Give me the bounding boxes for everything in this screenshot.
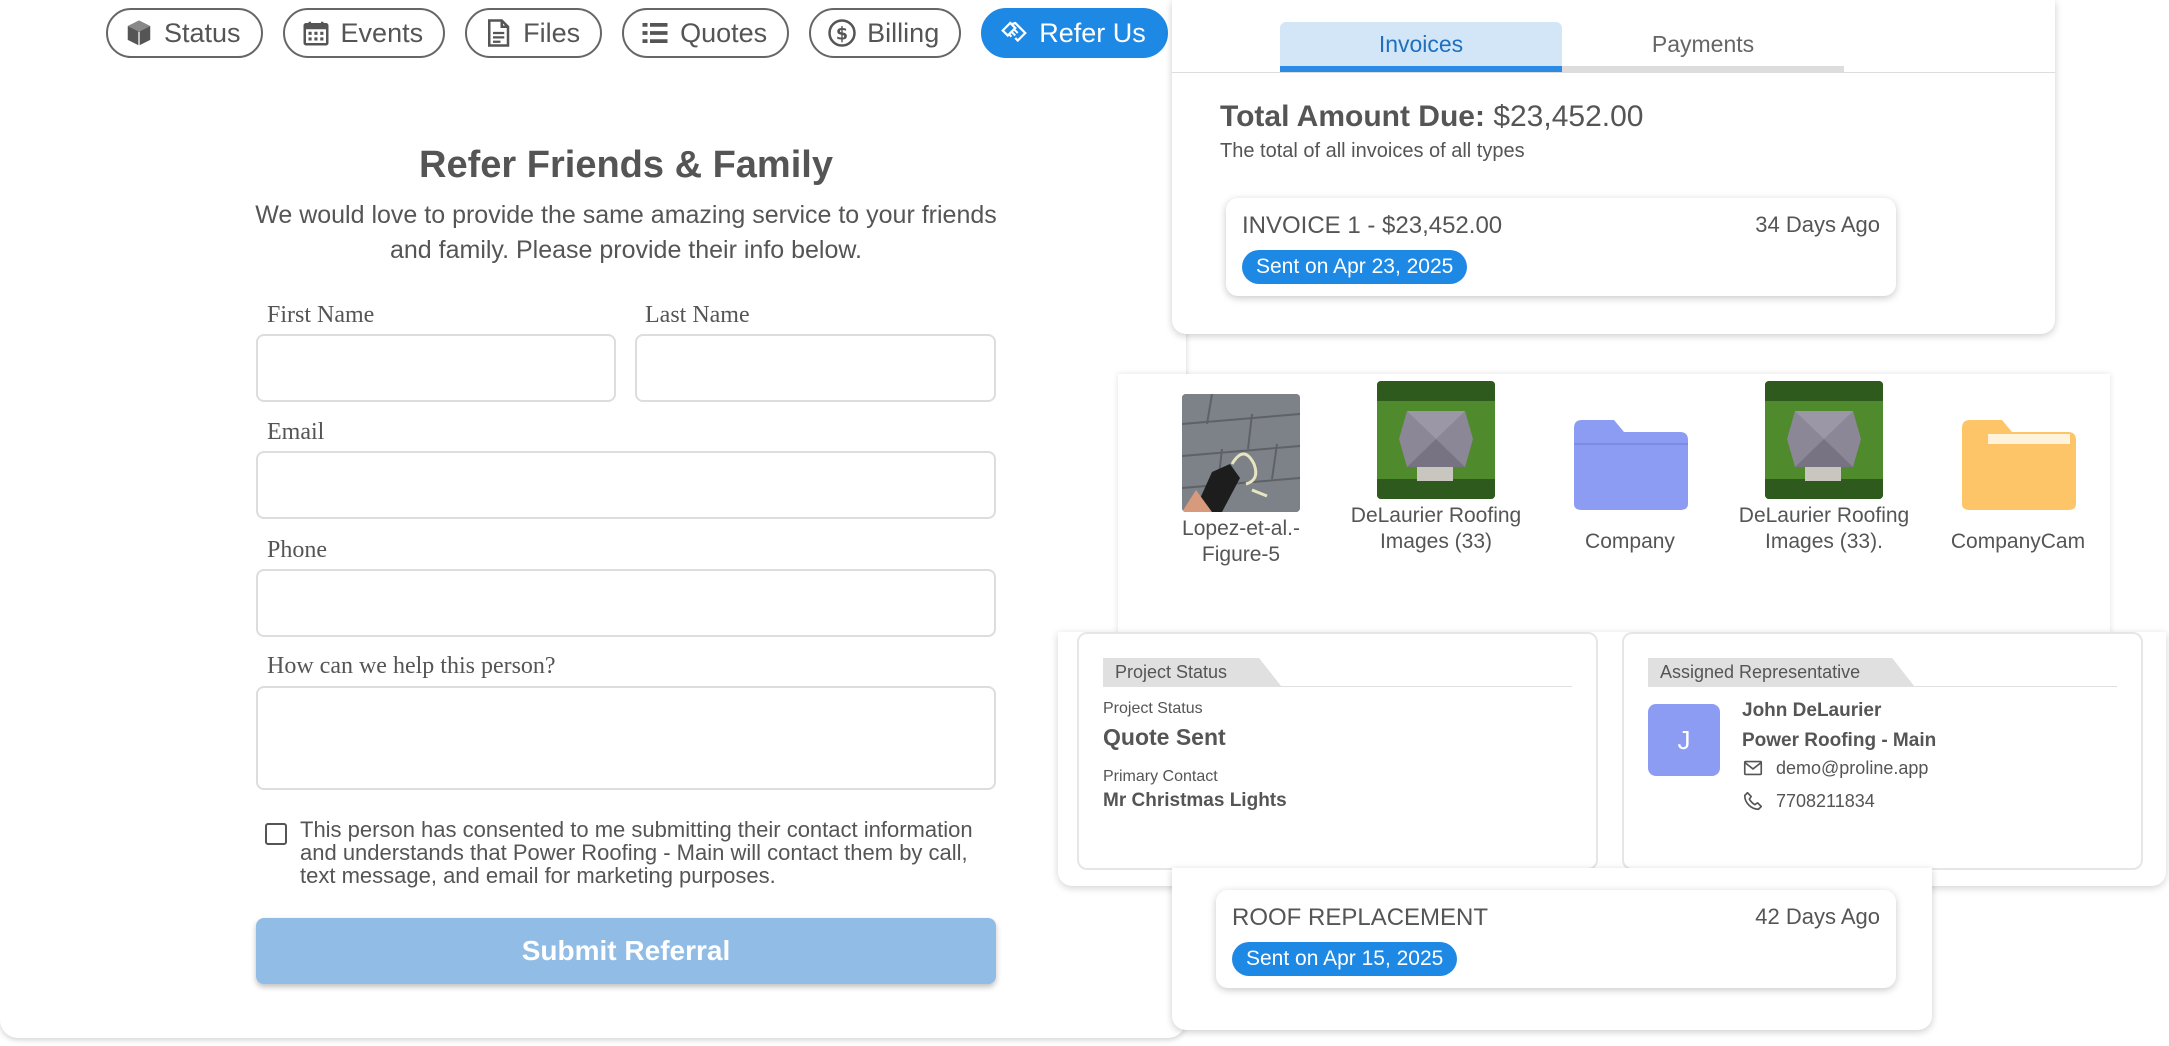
calendar-icon [303,21,329,46]
tab-events-label: Events [340,17,424,48]
primary-contact-value: Mr Christmas Lights [1103,790,1287,811]
rep-phone-row[interactable]: 7708211834 [1742,790,1875,812]
rep-phone: 7708211834 [1776,790,1875,811]
aerial-photo-thumbnail [1377,381,1495,499]
phone-input[interactable] [256,569,996,637]
invoice-item[interactable]: INVOICE 1 - $23,452.00 34 Days Ago Sent … [1226,198,1896,296]
invoice-name: INVOICE 1 - $23,452.00 [1242,212,1503,239]
project-status-header: Project Status [1103,658,1281,686]
file-icon [488,19,510,47]
dollar-icon: $ [828,19,856,47]
tab-refer-us-label: Refer Us [1039,17,1146,48]
tab-invoices[interactable]: Invoices [1280,22,1562,72]
referral-panel: Status Events Files Quotes $ Billing Ref… [0,0,1186,1038]
tab-billing-label: Billing [867,17,940,48]
tab-quotes-label: Quotes [680,17,768,48]
header-rule [1648,686,2117,687]
folder-icon [1574,420,1688,510]
rep-company: Power Roofing - Main [1742,730,1937,751]
tabs-divider [1172,72,2055,73]
tab-status-label: Status [164,17,241,48]
quotes-card: ROOF REPLACEMENT 42 Days Ago Sent on Apr… [1172,868,1932,1030]
file-name: Company [1585,530,1675,553]
shingles-photo-thumbnail [1182,394,1300,512]
help-textarea[interactable] [256,686,996,790]
project-status-value: Quote Sent [1103,724,1226,750]
portal-nav: Status Events Files Quotes $ Billing Ref… [106,8,1168,58]
quote-sent-badge: Sent on Apr 15, 2025 [1232,942,1458,976]
first-name-input[interactable] [256,334,616,402]
email-label: Email [267,419,325,445]
rep-email-row[interactable]: demo@proline.app [1742,757,1928,779]
representative-header: Assigned Representative [1648,658,1914,686]
project-status-card: Project Status Project Status Quote Sent… [1077,632,1598,870]
header-rule [1103,686,1572,687]
tab-billing[interactable]: $ Billing [809,8,962,58]
tab-refer-us[interactable]: Refer Us [981,8,1168,58]
consent-text: This person has consented to me submitti… [300,817,973,888]
file-name: DeLaurier Roofing Images (33) [1350,504,1522,553]
project-status-label: Project Status [1103,700,1203,717]
invoice-age: 34 Days Ago [1755,212,1880,237]
form-title: Refer Friends & Family [419,144,833,186]
tab-events[interactable]: Events [282,8,446,58]
folder-icon [1962,420,2076,510]
mail-icon [1743,760,1763,776]
last-name-input[interactable] [635,334,996,402]
file-name: DeLaurier Roofing Images (33). [1738,504,1910,553]
quote-name: ROOF REPLACEMENT [1232,904,1489,931]
tab-status[interactable]: Status [106,8,263,58]
email-input[interactable] [256,451,996,519]
phone-icon [1743,791,1763,811]
files-card: Lopez-et-al.-Figure-5 DeLaurier Roofing … [1118,374,2110,634]
total-amount-due: Total Amount Due: $23,452.00 [1220,100,1643,134]
svg-text:$: $ [836,24,848,44]
file-name: Lopez-et-al.-Figure-5 [1182,517,1300,566]
tab-payments[interactable]: Payments [1562,22,1844,72]
total-label: Total Amount Due: [1220,100,1485,133]
quote-age: 42 Days Ago [1755,904,1880,929]
representative-card: Assigned Representative J John DeLaurier… [1622,632,2143,870]
invoice-sent-badge: Sent on Apr 23, 2025 [1242,250,1468,284]
submit-referral-button[interactable]: Submit Referral [256,918,996,984]
help-label: How can we help this person? [267,653,556,679]
aerial-photo-thumbnail [1765,381,1883,499]
handshake-icon [1001,21,1028,43]
primary-contact-label: Primary Contact [1103,768,1218,785]
last-name-label: Last Name [645,302,750,328]
tab-files-label: Files [523,17,581,48]
quote-item[interactable]: ROOF REPLACEMENT 42 Days Ago Sent on Apr… [1216,890,1896,988]
cube-icon [127,20,151,46]
tab-quotes[interactable]: Quotes [622,8,790,58]
tab-files[interactable]: Files [465,8,603,58]
billing-card: Invoices Payments Total Amount Due: $23,… [1172,0,2055,334]
first-name-label: First Name [267,302,375,328]
file-name: CompanyCam [1950,530,2086,553]
total-value: $23,452.00 [1493,100,1644,133]
consent-checkbox[interactable] [265,823,287,845]
avatar: J [1648,704,1720,776]
rep-name: John DeLaurier [1742,700,1882,721]
phone-label: Phone [267,537,327,563]
list-icon [642,23,668,43]
form-subtitle: We would love to provide the same amazin… [255,201,997,264]
total-description: The total of all invoices of all types [1220,140,1525,162]
rep-email: demo@proline.app [1776,757,1929,778]
